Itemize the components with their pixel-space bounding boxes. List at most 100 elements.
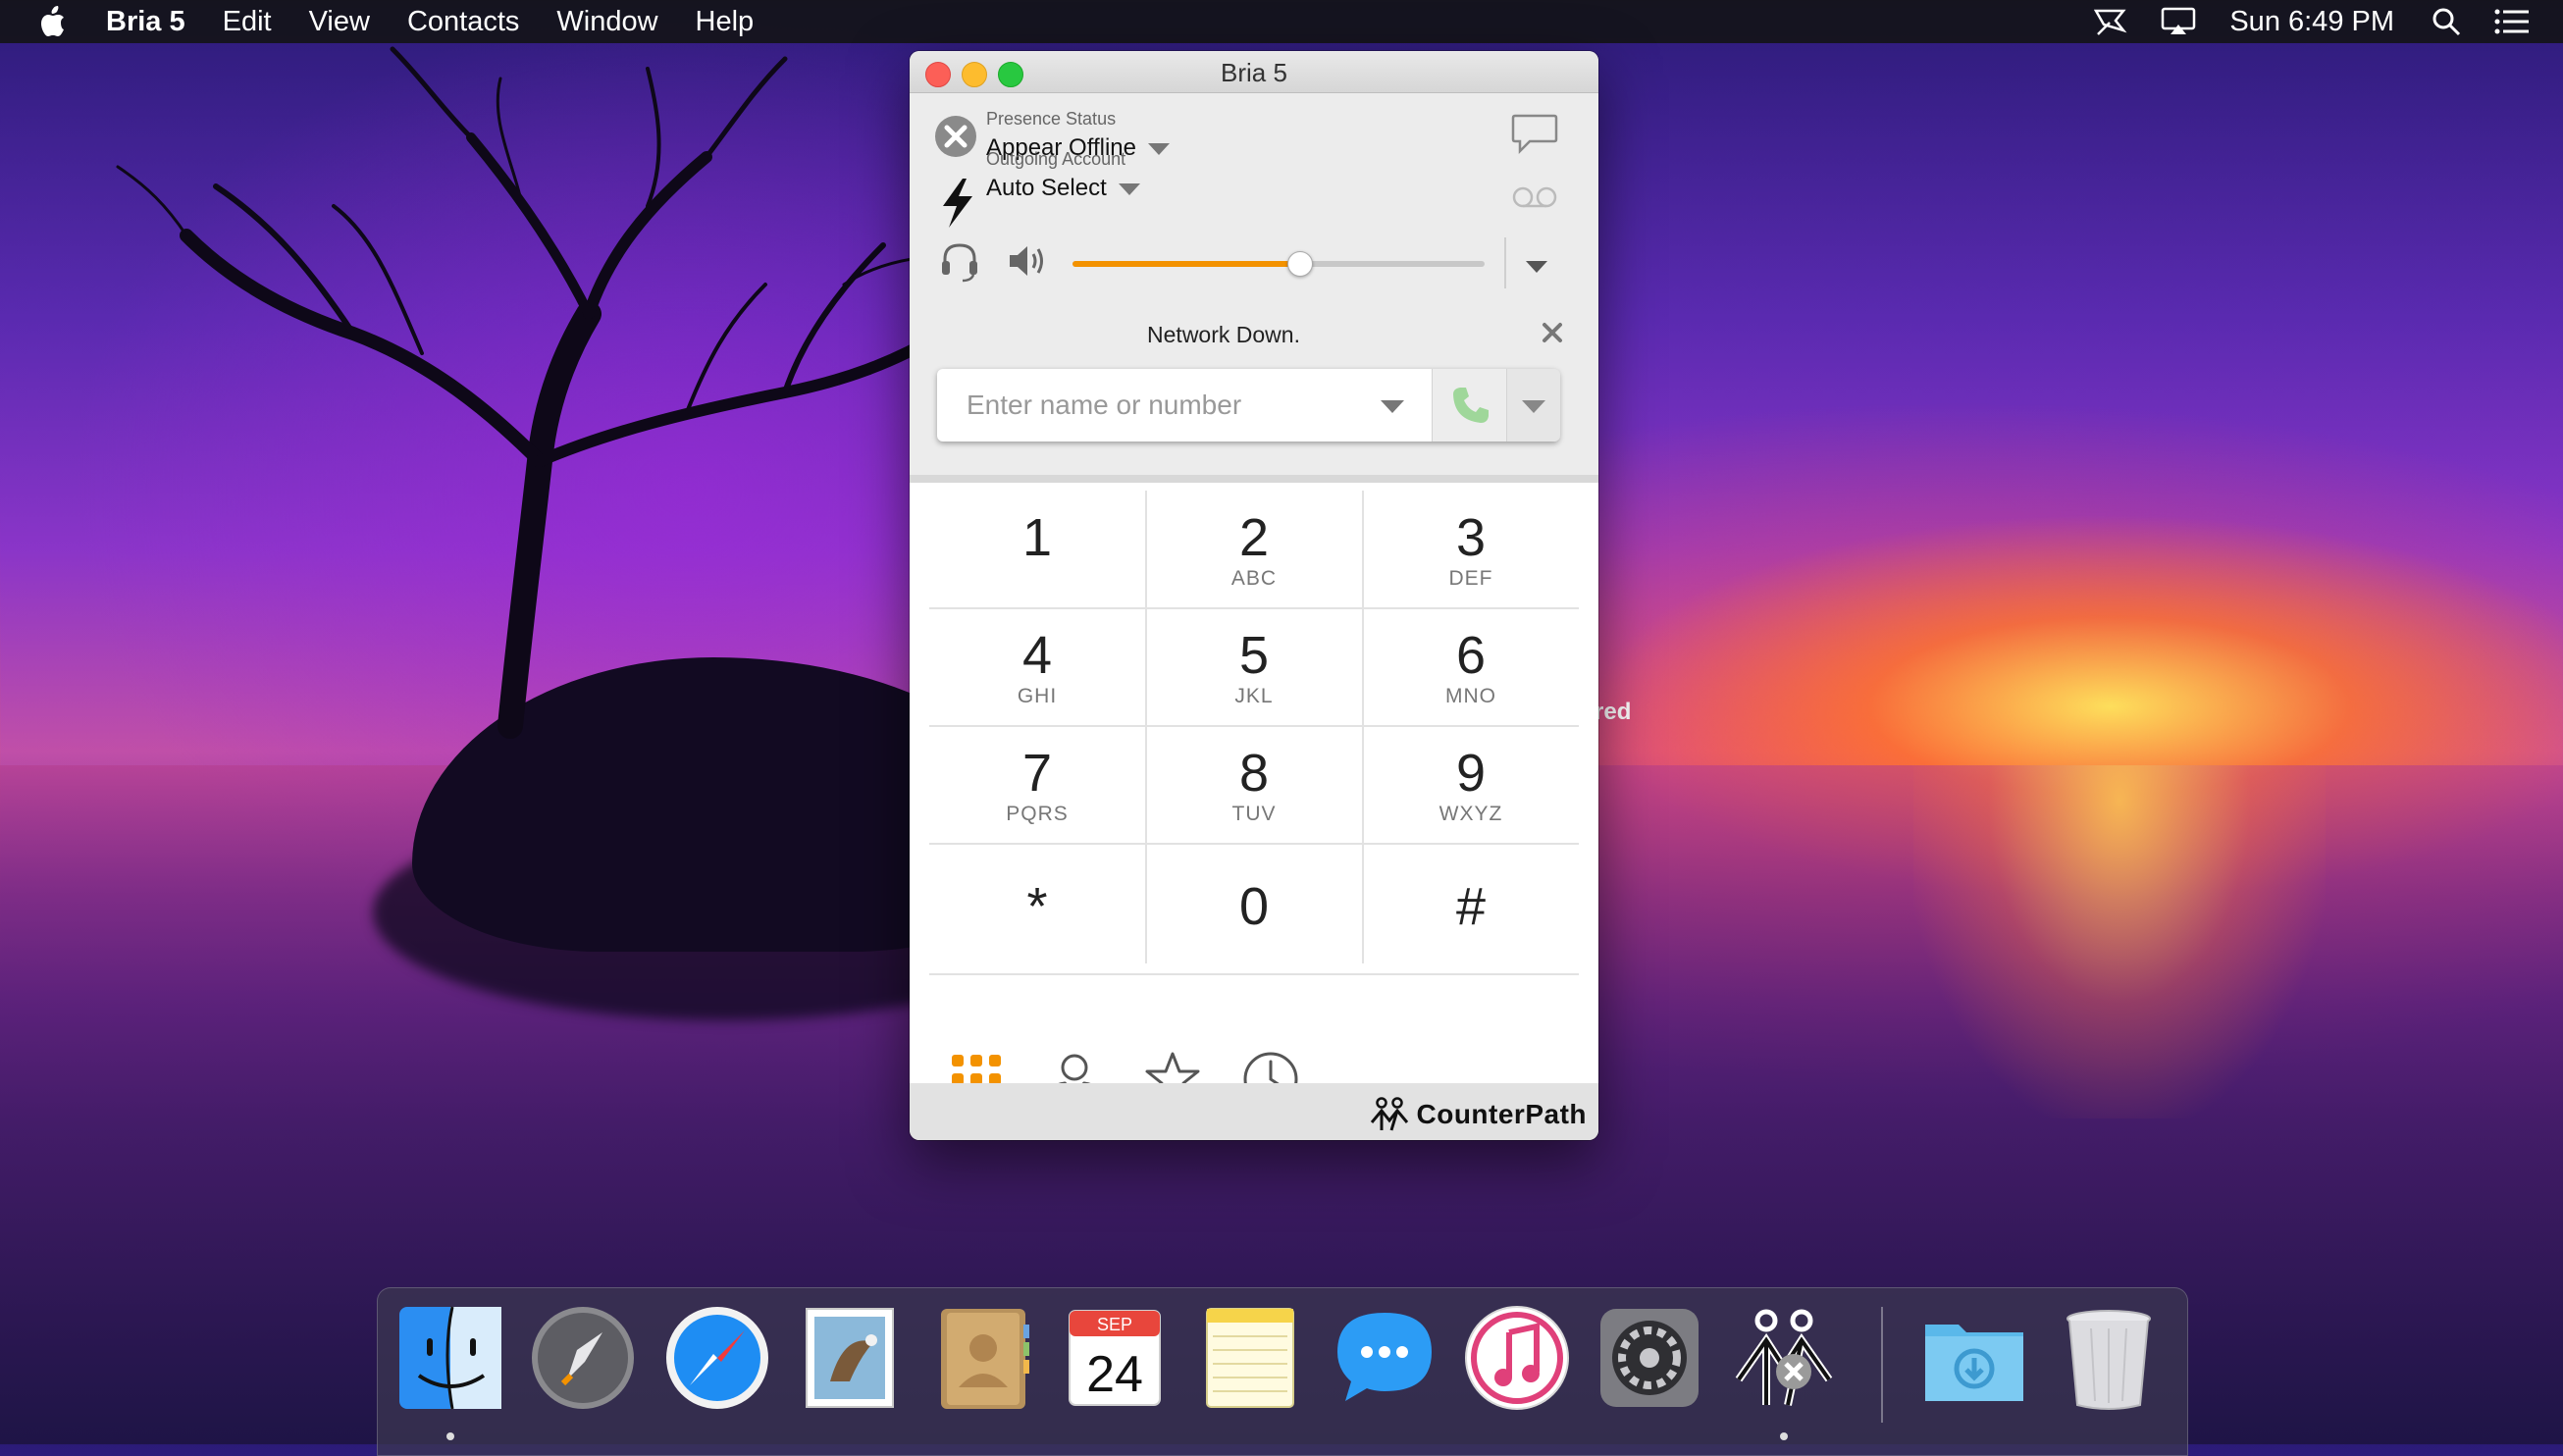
- safari-icon[interactable]: [662, 1303, 772, 1413]
- dial-search-input[interactable]: [937, 369, 1428, 442]
- speaker-volume-icon[interactable]: [1006, 241, 1049, 281]
- keypad-area: 1 2 ABC 3 DEF 4 GHI 5 JKL 6 MNO 7 PQRS 8 TUV 9W…: [910, 483, 1598, 1083]
- mail-icon[interactable]: [795, 1303, 905, 1413]
- key-hash[interactable]: #: [1363, 844, 1579, 960]
- keypad-divider: [929, 725, 1579, 727]
- key-8[interactable]: 8 TUV: [1146, 726, 1362, 842]
- dial-box: [937, 369, 1560, 442]
- contacts-app-icon[interactable]: [927, 1303, 1037, 1413]
- keypad-divider: [929, 607, 1579, 609]
- wallpaper-tree: [116, 46, 964, 739]
- trash-icon[interactable]: [2054, 1303, 2164, 1413]
- key-digit: 9: [1455, 744, 1487, 803]
- close-icon[interactable]: [1540, 320, 1565, 345]
- keypad-divider: [1362, 491, 1364, 963]
- footer: CounterPath: [910, 1083, 1598, 1140]
- title-bar[interactable]: Bria 5: [910, 51, 1598, 93]
- counterpath-logo-text: CounterPath: [1416, 1099, 1587, 1129]
- key-star[interactable]: *: [929, 844, 1145, 960]
- notification-center-icon[interactable]: [2494, 9, 2530, 34]
- key-3[interactable]: 3 DEF: [1363, 491, 1579, 606]
- key-0[interactable]: 0: [1146, 844, 1362, 960]
- chevron-down-icon: [1148, 142, 1170, 155]
- airplay-icon[interactable]: [2161, 7, 2196, 36]
- key-5[interactable]: 5 JKL: [1146, 608, 1362, 724]
- key-1[interactable]: 1: [929, 491, 1145, 606]
- dock-separator: [1881, 1307, 1883, 1423]
- key-6[interactable]: 6 MNO: [1363, 608, 1579, 724]
- key-digit: 8: [1238, 744, 1270, 803]
- volume-slider-fill: [1072, 261, 1299, 267]
- menu-clock[interactable]: Sun 6:49 PM: [2229, 6, 2394, 38]
- bria-icon[interactable]: [1729, 1303, 1839, 1413]
- finder-icon[interactable]: [395, 1303, 505, 1413]
- wallpaper-sun: [1913, 765, 2326, 1118]
- key-digit: 7: [1021, 744, 1053, 803]
- menu-help[interactable]: Help: [696, 6, 755, 38]
- itunes-icon[interactable]: [1462, 1303, 1572, 1413]
- volume-slider[interactable]: [1072, 251, 1485, 277]
- calendar-icon[interactable]: SEP 24: [1060, 1303, 1170, 1413]
- keypad-divider: [1145, 491, 1147, 963]
- keypad-divider: [929, 973, 1579, 975]
- apple-logo-icon[interactable]: [37, 4, 71, 39]
- calendar-day: 24: [1086, 1346, 1143, 1403]
- system-preferences-icon[interactable]: [1595, 1303, 1704, 1413]
- menu-edit[interactable]: Edit: [223, 6, 272, 38]
- window-title: Bria 5: [1221, 58, 1287, 87]
- messages-icon[interactable]: [1330, 1303, 1439, 1413]
- key-digit: 5: [1238, 626, 1270, 685]
- downloads-icon[interactable]: [1919, 1303, 2029, 1413]
- key-digit: 4: [1021, 626, 1053, 685]
- account-label: Outgoing Account: [986, 149, 1126, 169]
- lightning-bolt-icon: [943, 179, 972, 228]
- menu-bar: Bria 5 Edit View Contacts Window Help Su…: [0, 0, 2563, 43]
- menu-app-name[interactable]: Bria 5: [106, 6, 185, 38]
- key-letters: MNO: [1445, 685, 1496, 707]
- voicemail-icon[interactable]: [1510, 184, 1559, 210]
- key-2[interactable]: 2 ABC: [1146, 491, 1362, 606]
- bria-status-icon[interactable]: [2094, 7, 2127, 36]
- calendar-month: SEP: [1097, 1315, 1132, 1334]
- key-7[interactable]: 7 PQRS: [929, 726, 1145, 842]
- key-digit: 1: [1021, 508, 1053, 567]
- key-letters: PQRS: [1006, 803, 1069, 825]
- key-digit: *: [1026, 877, 1048, 936]
- key-letters: JKL: [1234, 685, 1274, 707]
- dialpad: 1 2 ABC 3 DEF 4 GHI 5 JKL 6 MNO 7 PQRS 8 TUV 9W…: [929, 491, 1579, 985]
- keypad-divider: [929, 843, 1579, 845]
- key-letters: DEF: [1448, 567, 1493, 590]
- spotlight-search-icon[interactable]: [2432, 7, 2461, 36]
- key-digit: #: [1455, 877, 1487, 936]
- key-9[interactable]: 9 WXYZ: [1363, 726, 1579, 842]
- notes-icon[interactable]: [1195, 1303, 1305, 1413]
- key-4[interactable]: 4 GHI: [929, 608, 1145, 724]
- counterpath-logo-icon: [1370, 1097, 1408, 1131]
- key-letters: ABC: [1230, 567, 1278, 590]
- key-digit: 2: [1238, 508, 1270, 567]
- key-digit: 6: [1455, 626, 1487, 685]
- menu-contacts[interactable]: Contacts: [407, 6, 519, 38]
- call-options-dropdown[interactable]: [1506, 369, 1560, 442]
- chevron-down-icon: [1118, 182, 1140, 195]
- presence-offline-icon[interactable]: [933, 114, 978, 159]
- audio-options-chevron-icon[interactable]: [1526, 261, 1547, 273]
- account-value: Auto Select: [986, 175, 1107, 201]
- presence-label: Presence Status: [986, 109, 1117, 129]
- running-indicator: [446, 1432, 454, 1440]
- volume-slider-knob[interactable]: [1287, 251, 1313, 277]
- key-digit: 3: [1455, 508, 1487, 567]
- account-selector[interactable]: Auto Select: [986, 175, 1140, 202]
- network-status-message: Network Down.: [1147, 322, 1300, 347]
- key-letters: GHI: [1017, 685, 1058, 707]
- counterpath-logo: CounterPath: [1368, 1097, 1588, 1132]
- phone-icon: [1453, 388, 1489, 423]
- call-button[interactable]: [1432, 369, 1507, 442]
- menu-window[interactable]: Window: [556, 6, 657, 38]
- headset-icon[interactable]: [939, 239, 980, 283]
- launchpad-icon[interactable]: [528, 1303, 638, 1413]
- dial-history-chevron-icon[interactable]: [1381, 400, 1404, 413]
- key-digit: 0: [1238, 877, 1270, 936]
- menu-view[interactable]: View: [309, 6, 370, 38]
- chat-icon[interactable]: [1510, 112, 1559, 157]
